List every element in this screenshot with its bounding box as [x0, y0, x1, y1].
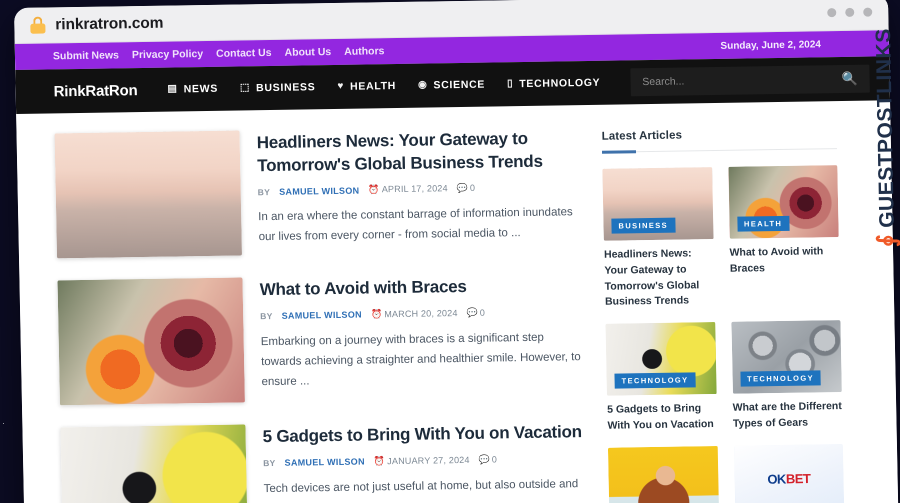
category-badge-health[interactable]: HEALTH [736, 215, 790, 232]
article-meta: BY SAMUEL WILSON ⏰ JANUARY 27, 2024 💬 0 [263, 453, 586, 469]
article-author[interactable]: SAMUEL WILSON [279, 185, 359, 196]
article-author[interactable]: SAMUEL WILSON [285, 457, 365, 468]
sidebar-thumbnail-metal-gears[interactable]: TECHNOLOGY [730, 320, 842, 394]
article-date: ⏰ MARCH 20, 2024 [370, 307, 458, 320]
category-badge-technology[interactable]: TECHNOLOGY [614, 372, 696, 389]
sidebar-card[interactable]: OKBET [733, 443, 845, 503]
topbar-link-submit-news[interactable]: Submit News [53, 49, 119, 62]
category-badge-technology[interactable]: TECHNOLOGY [739, 370, 822, 387]
nav-item-science[interactable]: ◉ SCIENCE [418, 79, 485, 92]
article-meta: BY SAMUEL WILSON ⏰ MARCH 20, 2024 💬 0 [260, 306, 583, 322]
globe-icon: ◉ [417, 79, 428, 91]
sidebar-latest-articles: Latest Articles BUSINESS Headliners News… [601, 121, 879, 503]
search-box[interactable]: 🔍 [630, 64, 870, 97]
article-excerpt: Embarking on a journey with braces is a … [260, 331, 581, 389]
comment-icon: 💬 [478, 454, 490, 465]
nav-item-health[interactable]: ♥ HEALTH [337, 80, 396, 93]
clock-icon: ⏰ [370, 308, 383, 320]
page-content: Headliners News: Your Gateway to Tomorro… [16, 100, 898, 503]
search-input[interactable] [642, 73, 842, 89]
comment-icon: 💬 [456, 183, 469, 194]
maximize-dot[interactable] [845, 7, 855, 17]
current-date-label: Sunday, June 2, 2024 [720, 38, 822, 52]
clock-icon: ⏰ [368, 184, 380, 195]
sidebar-thumbnail-gadgets-flatlay[interactable]: TECHNOLOGY [605, 322, 717, 396]
article-meta: BY SAMUEL WILSON ⏰ APRIL 17, 2024 💬 0 [258, 181, 581, 197]
article-comment-count: 💬 0 [478, 454, 497, 465]
sidebar-card-title[interactable]: What are the Different Types of Gears [733, 399, 843, 432]
address-bar-url[interactable]: rinkratron.com [55, 14, 163, 34]
article-comment-count: 💬 0 [456, 182, 476, 194]
nav-label-health: HEALTH [349, 80, 397, 93]
sidebar-thumbnail-okbet-logo[interactable]: OKBET [733, 443, 845, 503]
article-item[interactable]: Headliners News: Your Gateway to Tomorro… [54, 125, 582, 259]
by-label: BY [263, 458, 276, 469]
website-viewport: Submit News Privacy Policy Contact Us Ab… [14, 30, 899, 503]
search-icon[interactable]: 🔍 [841, 71, 858, 87]
topbar-link-authors[interactable]: Authors [344, 45, 384, 58]
lock-icon [30, 16, 46, 34]
article-item[interactable]: What to Avoid with Braces BY SAMUEL WILS… [57, 272, 584, 406]
okbet-wordmark: OKBET [767, 471, 811, 487]
browser-window: rinkratron.com Submit News Privacy Polic… [14, 0, 899, 503]
nav-label-business: BUSINESS [256, 81, 316, 95]
article-title[interactable]: Headliners News: Your Gateway to Tomorro… [257, 127, 581, 177]
article-title[interactable]: 5 Gadgets to Bring With You on Vacation [262, 421, 585, 449]
window-controls[interactable] [827, 7, 873, 18]
sidebar-heading: Latest Articles [601, 129, 683, 143]
close-dot[interactable] [863, 7, 873, 17]
nav-item-business[interactable]: ⬚ BUSINESS [240, 81, 316, 94]
link-chain-icon: ∮ [872, 233, 900, 248]
nav-item-technology[interactable]: ▯ TECHNOLOGY [507, 77, 601, 90]
sidebar-card-title[interactable]: What to Avoid with Braces [729, 244, 839, 277]
sidebar-card-title[interactable]: Headliners News: Your Gateway to Tomorro… [604, 246, 715, 311]
sidebar-card[interactable]: TECHNOLOGY What are the Different Types … [730, 320, 843, 432]
watermark-text: GUESTPOSTLINKS [871, 28, 899, 229]
sidebar-thumbnail-man-thumbs-up[interactable] [607, 445, 719, 503]
article-list: Headliners News: Your Gateway to Tomorro… [54, 125, 589, 503]
category-badge-business[interactable]: BUSINESS [611, 217, 676, 234]
topbar-link-about-us[interactable]: About Us [284, 46, 331, 59]
article-comment-count: 💬 0 [466, 307, 485, 318]
nav-item-news[interactable]: ▤ NEWS [167, 83, 218, 96]
article-title[interactable]: What to Avoid with Braces [259, 274, 582, 302]
sidebar-card[interactable] [607, 445, 719, 503]
article-excerpt: Tech devices are not just useful at home… [263, 477, 579, 503]
sidebar-thumbnail-nyc-skyline[interactable]: BUSINESS [602, 167, 714, 241]
topbar-link-privacy-policy[interactable]: Privacy Policy [132, 48, 203, 61]
article-thumbnail-mouth-eating[interactable] [57, 277, 245, 406]
device-icon: ▯ [506, 78, 514, 90]
sidebar-card[interactable]: HEALTH What to Avoid with Braces [727, 165, 840, 309]
article-item[interactable]: 5 Gadgets to Bring With You on Vacation … [60, 419, 587, 503]
sidebar-heading-underline [602, 148, 837, 153]
sidebar-card-title[interactable]: 5 Gadgets to Bring With You on Vacation [607, 401, 717, 434]
article-date: ⏰ JANUARY 27, 2024 [373, 454, 470, 467]
article-author[interactable]: SAMUEL WILSON [282, 310, 362, 321]
sidebar-thumbnail-mouth-eating[interactable]: HEALTH [727, 165, 839, 239]
sidebar-card[interactable]: BUSINESS Headliners News: Your Gateway t… [602, 167, 714, 311]
sidebar-card[interactable]: TECHNOLOGY 5 Gadgets to Bring With You o… [605, 322, 717, 434]
article-date: ⏰ APRIL 17, 2024 [368, 183, 448, 195]
article-thumbnail-gadgets-flatlay[interactable] [60, 424, 248, 503]
topbar-link-contact-us[interactable]: Contact Us [216, 47, 272, 60]
by-label: BY [257, 186, 271, 197]
article-thumbnail-nyc-skyline[interactable] [54, 130, 243, 259]
comment-icon: 💬 [466, 307, 478, 318]
article-excerpt: In an era where the constant barrage of … [258, 206, 573, 244]
newspaper-icon: ▤ [167, 83, 178, 95]
site-logo[interactable]: RinkRatRon [54, 82, 138, 100]
guestpostlinks-watermark: GUESTPOSTLINKS ∮ [868, 28, 900, 247]
heartbeat-icon: ♥ [337, 80, 345, 92]
by-label: BY [260, 311, 273, 322]
briefcase-icon: ⬚ [239, 82, 251, 94]
sidebar-card-grid: BUSINESS Headliners News: Your Gateway t… [602, 165, 845, 503]
clock-icon: ⏰ [373, 455, 386, 467]
nav-label-news: NEWS [183, 82, 219, 96]
minimize-dot[interactable] [827, 8, 837, 18]
nav-label-science: SCIENCE [433, 78, 486, 92]
nav-label-technology: TECHNOLOGY [519, 76, 601, 91]
